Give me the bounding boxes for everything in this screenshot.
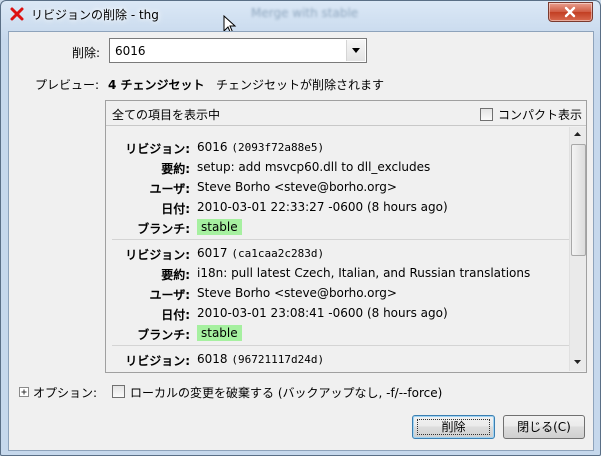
revision-field-label: リビジョン:	[125, 248, 190, 262]
compact-view-checkbox[interactable]	[480, 108, 493, 121]
revision-row: リビジョン: 6017 (ca1caa2c283d)	[112, 243, 570, 263]
expand-options-toggle[interactable]	[19, 387, 29, 397]
vertical-scrollbar[interactable]	[569, 127, 586, 371]
options-label[interactable]: オプション:	[33, 384, 97, 401]
summary-text: setup: add msvcp60.dll to dll_excludes	[197, 160, 431, 174]
date-field-label: 日付:	[161, 308, 190, 322]
title-bar[interactable]: リビジョンの削除 - thg Merge with stable	[1, 1, 600, 27]
date-row: 日付: 2010-03-01 22:33:27 -0600 (8 hours a…	[112, 197, 570, 217]
focus-rectangle	[417, 419, 490, 435]
summary-text: i18n: pull latest Czech, Italian, and Ru…	[197, 266, 531, 280]
compact-view-label[interactable]: コンパクト表示	[498, 106, 582, 123]
user-field-label: ユーザ:	[149, 182, 190, 196]
user-text: Steve Borho <steve@borho.org>	[197, 180, 397, 194]
scroll-up-button[interactable]	[570, 127, 586, 143]
preview-count: 4 チェンジセット	[108, 78, 205, 92]
revision-number: 6016 (2093f72a88e5)	[197, 140, 325, 154]
scrollbar-thumb[interactable]	[571, 144, 586, 256]
summary-field-label: 要約:	[161, 162, 190, 176]
arrow-up-icon	[574, 132, 581, 136]
revision-row: リビジョン: 6018 (96721117d24d)	[112, 349, 570, 369]
branch-field-label: ブランチ:	[137, 222, 190, 236]
changeset-hash: (2093f72a88e5)	[231, 141, 325, 154]
changeset-hash: (ca1caa2c283d)	[231, 247, 325, 260]
date-text: 2010-03-01 22:33:27 -0600 (8 hours ago)	[197, 200, 448, 214]
window-title: リビジョンの削除 - thg	[31, 8, 159, 22]
branch-badge: stable	[197, 325, 242, 341]
revision-label: 削除:	[72, 46, 101, 60]
preview-panel: 全ての項目を表示中 コンパクト表示 リビジョン: 6016 (2093f72a8…	[105, 100, 587, 373]
entry-divider	[112, 239, 570, 240]
scroll-down-button[interactable]	[570, 355, 586, 371]
branch-row: ブランチ: stable	[112, 323, 570, 343]
entry-divider	[112, 345, 570, 346]
close-button-label: 閉じる(C)	[517, 420, 571, 434]
user-row: ユーザ: Steve Borho <steve@borho.org>	[112, 177, 570, 197]
discard-changes-checkbox[interactable]	[112, 385, 125, 398]
delete-button[interactable]: 削除	[412, 415, 495, 439]
chevron-down-icon	[352, 48, 360, 53]
changeset-hash: (96721117d24d)	[231, 353, 325, 366]
summary-field-label: 要約:	[161, 268, 190, 282]
user-field-label: ユーザ:	[149, 288, 190, 302]
revision-field-label: リビジョン:	[125, 142, 190, 156]
revision-value: 6016	[115, 44, 146, 58]
date-text: 2010-03-01 23:08:41 -0600 (8 hours ago)	[197, 306, 448, 320]
close-window-button[interactable]	[548, 2, 593, 22]
preview-header: 全ての項目を表示中 コンパクト表示	[106, 101, 586, 126]
changeset-list: リビジョン: 6016 (2093f72a88e5) 要約: setup: ad…	[112, 127, 570, 371]
thg-strip-icon	[10, 7, 24, 21]
branch-field-label: ブランチ:	[137, 328, 190, 342]
branch-row: ブランチ: stable	[112, 217, 570, 237]
revision-combobox[interactable]: 6016	[109, 38, 367, 63]
revision-row: リビジョン: 6016 (2093f72a88e5)	[112, 137, 570, 157]
preview-description: チェンジセットが削除されます	[216, 78, 385, 92]
arrow-down-icon	[574, 360, 581, 364]
user-row: ユーザ: Steve Borho <steve@borho.org>	[112, 283, 570, 303]
user-text: Steve Borho <steve@borho.org>	[197, 286, 397, 300]
plus-icon	[21, 389, 27, 395]
revision-field-label: リビジョン:	[125, 354, 190, 368]
summary-row: 要約: i18n: pull latest Czech, Italian, an…	[112, 263, 570, 283]
dialog-window: リビジョンの削除 - thg Merge with stable 削除: 601…	[0, 0, 601, 456]
date-row: 日付: 2010-03-01 23:08:41 -0600 (8 hours a…	[112, 303, 570, 323]
close-icon	[564, 6, 576, 18]
summary-row: 要約: setup: add msvcp60.dll to dll_exclud…	[112, 157, 570, 177]
discard-changes-label[interactable]: ローカルの変更を破棄する (バックアップなし, -f/--force)	[130, 384, 442, 401]
preview-status-text: 全ての項目を表示中	[112, 108, 221, 122]
branch-badge: stable	[197, 219, 242, 235]
revision-number: 6018 (96721117d24d)	[197, 352, 325, 366]
preview-label: プレビュー:	[35, 78, 100, 92]
dialog-body: 削除: 6016 プレビュー: 4 チェンジセット チェンジセットが削除されます…	[8, 31, 594, 451]
background-window-title: Merge with stable	[251, 6, 359, 20]
close-button[interactable]: 閉じる(C)	[503, 415, 585, 439]
revision-number: 6017 (ca1caa2c283d)	[197, 246, 325, 260]
date-field-label: 日付:	[161, 202, 190, 216]
combobox-dropdown-button[interactable]	[346, 40, 365, 61]
